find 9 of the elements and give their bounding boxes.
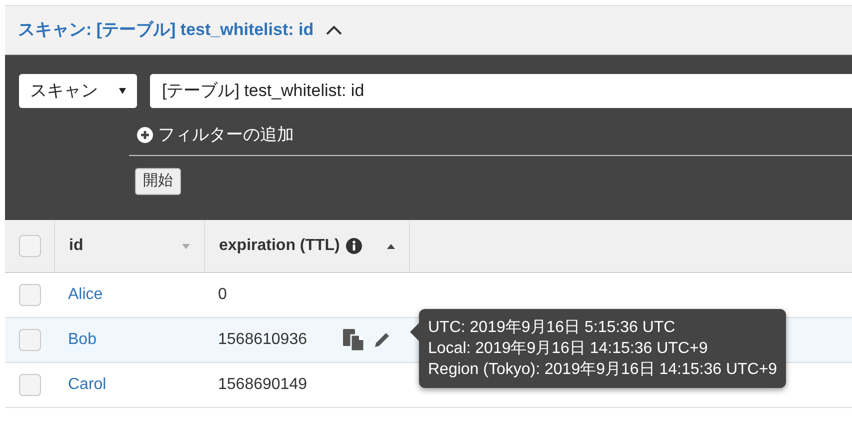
table-cell-text: 1568690149 [218,375,307,395]
tooltip-line: Local: 2019年9月16日 14:15:36 UTC+9 [428,339,709,359]
column-label: expiration (TTL) [219,236,340,256]
panel-title: スキャン: [テーブル] test_whitelist: id [18,19,314,42]
tooltip-line: Region (Tokyo): 2019年9月16日 14:15:36 UTC+9 [428,360,778,380]
table-cell-text: 1568610936 [218,330,307,350]
table-cell-text: 0 [218,285,227,305]
column-label: id [69,236,84,256]
tooltip-line: UTC: 2019年9月16日 5:15:36 UTC [428,318,676,338]
